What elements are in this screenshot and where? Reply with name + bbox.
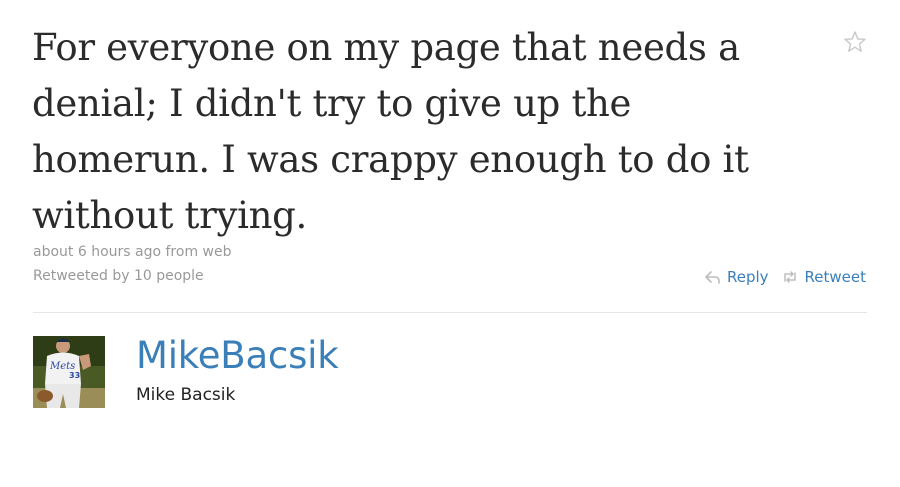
star-icon[interactable] [843, 30, 867, 54]
tweet-text: For everyone on my page that needs a den… [32, 26, 749, 237]
tweet-timestamp-link[interactable]: about 6 hours ago [33, 244, 161, 260]
reply-button[interactable]: Reply [705, 268, 769, 286]
tweet-meta: about 6 hours ago from web [33, 244, 232, 260]
tweet-source-link[interactable]: web [203, 244, 232, 260]
user-photo-avatar[interactable]: Mets 33 [33, 336, 105, 408]
retweet-arrows-icon [781, 270, 799, 284]
user-screen-name-link[interactable]: MikeBacsik [136, 334, 339, 377]
retweet-info: Retweeted by 10 people [33, 268, 204, 284]
retweet-label: Retweet [804, 268, 866, 286]
reply-label: Reply [726, 268, 769, 286]
user-full-name: Mike Bacsik [136, 385, 236, 405]
divider [33, 312, 867, 313]
from-label: from [165, 244, 199, 260]
retweet-button[interactable]: Retweet [781, 268, 866, 286]
reply-arrow-icon [705, 270, 721, 284]
svg-text:33: 33 [69, 371, 80, 380]
retweeted-by-label: Retweeted by [33, 268, 130, 284]
retweeters-link[interactable]: 10 people [134, 268, 204, 284]
tweet-actions: Reply Retweet [705, 268, 866, 286]
